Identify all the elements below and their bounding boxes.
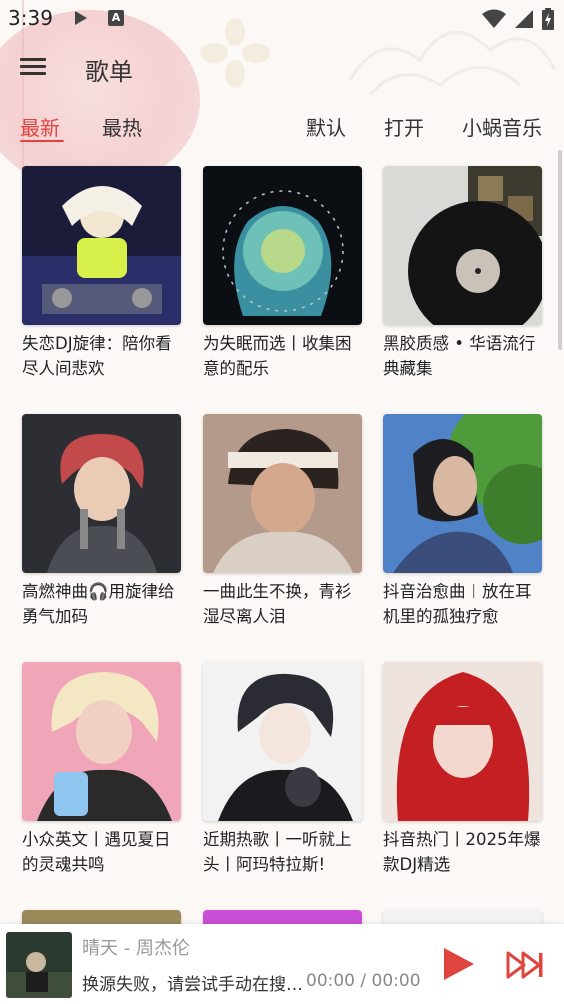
status-time: 3:39	[8, 6, 53, 30]
playlist-title: 失恋DJ旋律：陪你看尽人间悲欢	[22, 334, 172, 378]
playlist-card[interactable]: 小众英文丨遇见夏日的灵魂共鸣	[22, 662, 182, 877]
a-notification-icon: A	[108, 10, 124, 26]
playlist-cover	[22, 166, 181, 325]
playlist-title: 抖音治愈曲︱放在耳机里的孤独疗愈	[383, 582, 532, 626]
now-playing-cover[interactable]	[6, 932, 72, 998]
wifi-icon	[482, 9, 506, 28]
status-right-icons	[482, 8, 554, 30]
playlist-title: 高燃神曲🎧用旋律给勇气加码	[22, 582, 175, 626]
playlist-cover	[383, 662, 542, 821]
signal-icon	[515, 10, 533, 28]
tab-default[interactable]: 默认	[306, 112, 346, 141]
now-playing-title: 晴天 - 周杰伦	[82, 938, 190, 959]
battery-charging-icon	[542, 8, 554, 30]
playlist-card[interactable]: 抖音治愈曲︱放在耳机里的孤独疗愈	[383, 414, 543, 629]
active-tab-indicator	[20, 140, 64, 142]
now-playing-status: 换源失败，请尝试手动在搜索页面换源	[82, 975, 304, 995]
tab-bar: 最新 最热 默认 打开 小蜗音乐	[0, 108, 564, 148]
playlist-cover	[203, 414, 362, 573]
playlist-cover	[203, 166, 362, 325]
playlist-title: 一曲此生不换，青衫湿尽离人泪	[203, 582, 352, 626]
playlist-card[interactable]: 失恋DJ旋律：陪你看尽人间悲欢	[22, 166, 182, 381]
playlist-title: 小众英文丨遇见夏日的灵魂共鸣	[22, 830, 171, 874]
next-track-icon[interactable]	[506, 950, 544, 980]
playlist-card[interactable]: 高燃神曲🎧用旋律给勇气加码	[22, 414, 182, 629]
now-playing-time: 00:00 / 00:00	[306, 971, 421, 991]
tab-latest[interactable]: 最新	[20, 112, 60, 141]
tab-hottest[interactable]: 最热	[102, 112, 142, 141]
play-button-icon[interactable]	[440, 946, 476, 982]
play-icon	[75, 11, 87, 25]
playlist-card[interactable]: 黑胶质感 • 华语流行典藏集	[383, 166, 543, 381]
playlist-cover	[22, 662, 181, 821]
scrollbar[interactable]	[558, 150, 562, 350]
playlist-title: 为失眠而选丨收集困意的配乐	[203, 334, 352, 378]
playlist-card[interactable]: 为失眠而选丨收集困意的配乐	[203, 166, 363, 381]
playlist-title: 抖音热门丨2025年爆款DJ精选	[383, 830, 541, 874]
playlist-title: 黑胶质感 • 华语流行典藏集	[383, 334, 536, 378]
app-header: 歌单	[0, 44, 564, 94]
playlist-cover	[383, 414, 542, 573]
lantern-decoration	[0, 10, 200, 190]
mini-player[interactable]: 晴天 - 周杰伦 换源失败，请尝试手动在搜索页面换源 00:00 / 00:00	[0, 924, 564, 1004]
playlist-cover	[383, 166, 542, 325]
playlist-cover	[22, 414, 181, 573]
playlist-card[interactable]: 一曲此生不换，青衫湿尽离人泪	[203, 414, 363, 629]
tab-xiaowo-music[interactable]: 小蜗音乐	[462, 112, 542, 141]
playlist-card[interactable]: 抖音热门丨2025年爆款DJ精选	[383, 662, 543, 877]
tab-open[interactable]: 打开	[384, 112, 424, 141]
hamburger-menu-icon[interactable]	[20, 54, 50, 84]
playlist-cover	[203, 662, 362, 821]
playlist-card[interactable]: 近期热歌丨一听就上头丨阿玛特拉斯!	[203, 662, 363, 877]
status-bar: 3:39 A	[0, 0, 564, 36]
playlist-title: 近期热歌丨一听就上头丨阿玛特拉斯!	[203, 830, 352, 874]
page-title: 歌单	[85, 58, 133, 86]
